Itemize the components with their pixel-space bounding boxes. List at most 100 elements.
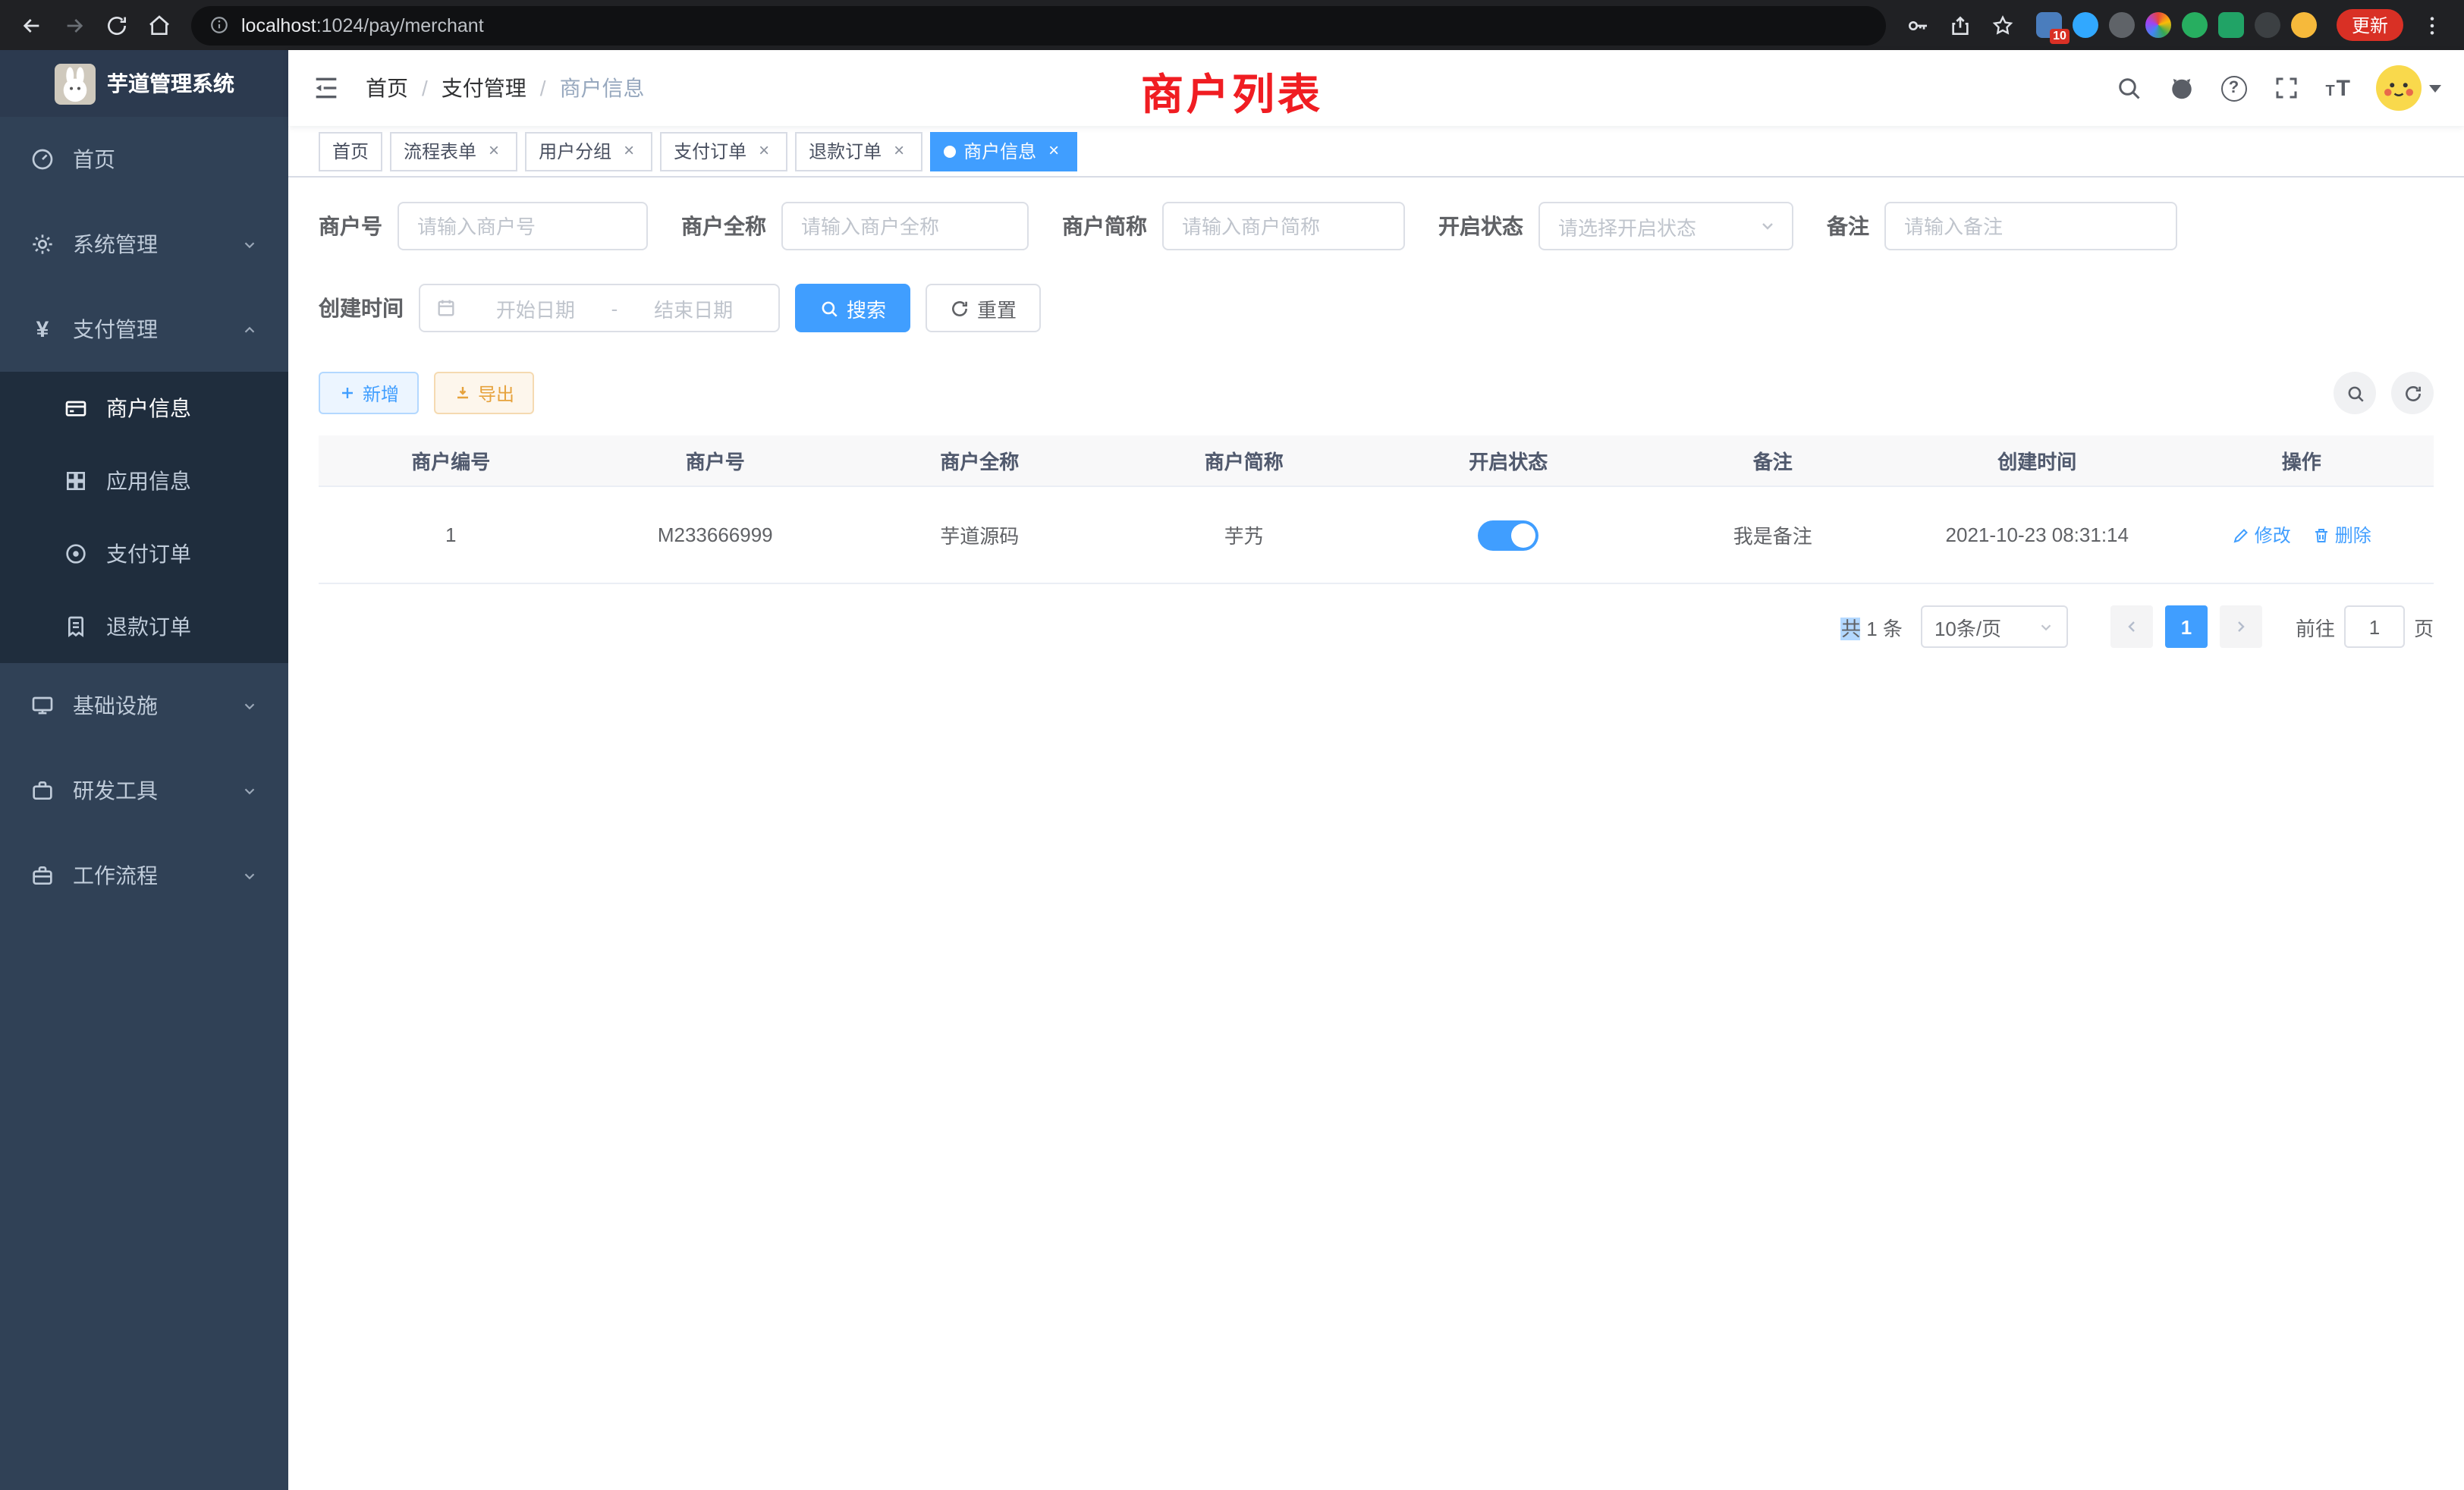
status-select[interactable]: 请选择开启状态 bbox=[1538, 202, 1793, 250]
font-size-icon[interactable]: TT bbox=[2325, 77, 2350, 99]
bookmark-star-icon[interactable] bbox=[1983, 5, 2022, 45]
tab-close-icon[interactable]: × bbox=[889, 141, 909, 161]
date-range-picker[interactable]: 开始日期 - 结束日期 bbox=[419, 284, 780, 332]
tab-close-icon[interactable]: × bbox=[754, 141, 774, 161]
filter-merchant-no: 商户号 bbox=[319, 202, 648, 250]
prev-page-button[interactable] bbox=[2110, 605, 2153, 648]
forward-icon[interactable] bbox=[55, 5, 94, 45]
breadcrumb-item-home[interactable]: 首页 bbox=[366, 73, 408, 103]
download-icon bbox=[454, 384, 472, 402]
cell-short-name: 芋艿 bbox=[1112, 487, 1377, 583]
reload-icon[interactable] bbox=[97, 5, 137, 45]
table-header-row: 商户编号 商户号 商户全称 商户简称 开启状态 备注 创建时间 操作 bbox=[319, 435, 2434, 487]
extension-badge: 10 bbox=[2050, 29, 2070, 44]
filter-label: 备注 bbox=[1827, 211, 1869, 241]
goto-page-input[interactable] bbox=[2344, 605, 2405, 648]
edit-link[interactable]: 修改 bbox=[2232, 522, 2291, 548]
extension-icon-8[interactable] bbox=[2291, 12, 2317, 38]
yen-icon: ¥ bbox=[30, 317, 55, 341]
sidebar-item-home[interactable]: 首页 bbox=[0, 117, 288, 202]
sidebar-item-infra[interactable]: 基础设施 bbox=[0, 663, 288, 748]
merchant-no-input[interactable] bbox=[398, 202, 648, 250]
short-name-input[interactable] bbox=[1162, 202, 1405, 250]
sidebar-item-workflow[interactable]: 工作流程 bbox=[0, 833, 288, 918]
table-header: 操作 bbox=[2170, 435, 2434, 486]
extension-icon-7[interactable] bbox=[2255, 12, 2280, 38]
sidebar-item-payment[interactable]: ¥ 支付管理 bbox=[0, 287, 288, 372]
chrome-update-button[interactable]: 更新 bbox=[2337, 9, 2403, 41]
tags-view-bar: 首页 流程表单 × 用户分组 × 支付订单 × 退款订单 × bbox=[288, 126, 2464, 178]
back-icon[interactable] bbox=[12, 5, 52, 45]
sidebar: 芋道管理系统 首页 系统管理 ¥ bbox=[0, 50, 288, 1490]
search-icon[interactable] bbox=[2114, 74, 2142, 102]
extension-icon-4[interactable] bbox=[2145, 12, 2171, 38]
status-toggle[interactable] bbox=[1478, 520, 1538, 550]
cell-full-name: 芋道源码 bbox=[847, 487, 1112, 583]
address-bar[interactable]: localhost:1024/pay/merchant bbox=[191, 5, 1886, 45]
fullscreen-icon[interactable] bbox=[2272, 74, 2299, 102]
browser-toolbar: localhost:1024/pay/merchant 10 更新 bbox=[0, 0, 2464, 50]
tab-process-form[interactable]: 流程表单 × bbox=[390, 131, 517, 171]
extension-icon-6[interactable] bbox=[2218, 12, 2244, 38]
tab-refund-order[interactable]: 退款订单 × bbox=[795, 131, 922, 171]
remark-input[interactable] bbox=[1884, 202, 2177, 250]
merchant-name-input[interactable] bbox=[781, 202, 1029, 250]
extension-icon-2[interactable] bbox=[2073, 12, 2098, 38]
tab-merchant-info[interactable]: 商户信息 × bbox=[930, 131, 1077, 171]
sidebar-item-label: 应用信息 bbox=[106, 466, 191, 496]
chevron-right-icon bbox=[2232, 618, 2250, 636]
reset-button[interactable]: 重置 bbox=[926, 284, 1041, 332]
tab-pay-order[interactable]: 支付订单 × bbox=[660, 131, 787, 171]
breadcrumb-item-payment[interactable]: 支付管理 bbox=[442, 73, 526, 103]
tab-close-icon[interactable]: × bbox=[1044, 141, 1064, 161]
extension-icon-1[interactable]: 10 bbox=[2036, 12, 2062, 38]
sidebar-item-dev-tools[interactable]: 研发工具 bbox=[0, 748, 288, 833]
app-logo[interactable]: 芋道管理系统 bbox=[0, 50, 288, 117]
top-navbar: 首页 / 支付管理 / 商户信息 ? bbox=[288, 50, 2464, 126]
filter-merchant-name: 商户全称 bbox=[681, 202, 1029, 250]
page-size-select[interactable]: 10条/页 bbox=[1921, 605, 2068, 648]
grid-icon bbox=[64, 469, 88, 493]
tab-user-group[interactable]: 用户分组 × bbox=[525, 131, 652, 171]
table-right-tools bbox=[2334, 372, 2434, 414]
merchant-table: 商户编号 商户号 商户全称 商户简称 开启状态 备注 创建时间 操作 1 M23… bbox=[319, 435, 2434, 584]
delete-link[interactable]: 删除 bbox=[2312, 522, 2371, 548]
extension-icon-3[interactable] bbox=[2109, 12, 2135, 38]
goto-label: 前往 bbox=[2296, 612, 2335, 641]
add-button[interactable]: 新增 bbox=[319, 372, 419, 414]
page-number-button[interactable]: 1 bbox=[2165, 605, 2208, 648]
plus-icon bbox=[338, 384, 357, 402]
sidebar-item-pay-order[interactable]: 支付订单 bbox=[0, 517, 288, 590]
refresh-table-button[interactable] bbox=[2391, 372, 2434, 414]
github-icon[interactable] bbox=[2167, 74, 2195, 102]
help-icon[interactable]: ? bbox=[2220, 75, 2246, 101]
next-page-button[interactable] bbox=[2220, 605, 2262, 648]
date-separator: - bbox=[605, 297, 624, 319]
cell-merchant-no: M233666999 bbox=[583, 487, 848, 583]
extension-icon-5[interactable] bbox=[2182, 12, 2208, 38]
filter-label: 商户全称 bbox=[681, 211, 766, 241]
page-unit-label: 页 bbox=[2414, 612, 2434, 641]
pagination-total: 共 1 条 bbox=[1841, 612, 1903, 641]
tab-close-icon[interactable]: × bbox=[619, 141, 639, 161]
chrome-menu-icon[interactable] bbox=[2412, 5, 2452, 45]
navbar-actions: ? TT bbox=[2114, 65, 2441, 111]
sidebar-item-app-info[interactable]: 应用信息 bbox=[0, 445, 288, 517]
cell-status bbox=[1376, 487, 1641, 583]
sidebar-item-label: 支付管理 bbox=[73, 314, 158, 344]
share-icon[interactable] bbox=[1941, 5, 1980, 45]
sidebar-item-system[interactable]: 系统管理 bbox=[0, 202, 288, 287]
tab-close-icon[interactable]: × bbox=[484, 141, 504, 161]
home-icon[interactable] bbox=[140, 5, 179, 45]
page-content: 商户号 商户全称 商户简称 开启状态 请选择开启状态 bbox=[288, 178, 2464, 1490]
export-button[interactable]: 导出 bbox=[434, 372, 534, 414]
table-header: 创建时间 bbox=[1905, 435, 2170, 486]
toggle-search-button[interactable] bbox=[2334, 372, 2376, 414]
hamburger-icon[interactable] bbox=[311, 73, 341, 103]
sidebar-item-refund-order[interactable]: 退款订单 bbox=[0, 590, 288, 663]
password-key-icon[interactable] bbox=[1898, 5, 1938, 45]
sidebar-item-merchant-info[interactable]: 商户信息 bbox=[0, 372, 288, 445]
tab-home[interactable]: 首页 bbox=[319, 131, 382, 171]
search-button[interactable]: 搜索 bbox=[795, 284, 910, 332]
user-menu[interactable] bbox=[2376, 65, 2441, 111]
